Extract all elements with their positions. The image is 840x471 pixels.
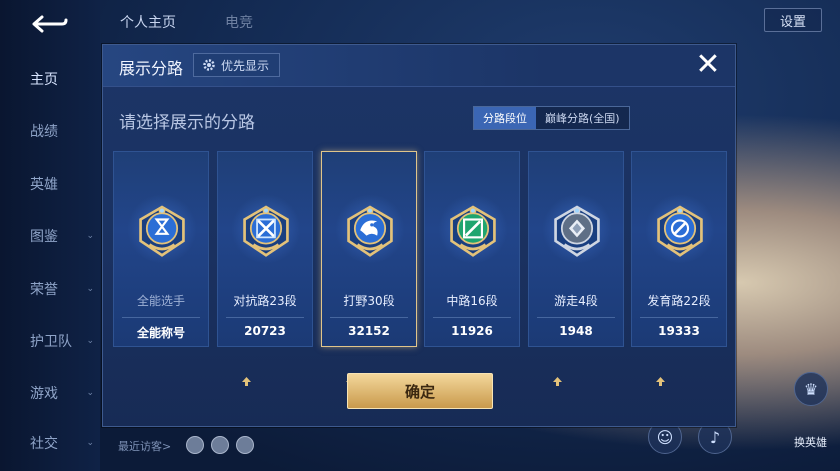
chevron-down-icon: ⌄ [86,438,94,448]
card-divider [330,317,408,318]
sidebar: 主页战绩英雄图鉴 ⌄ 荣誉 ⌄ 护卫队 ⌄ 游戏 ⌄ 社交 ⌄ [0,0,100,471]
priority-label: 优先显示 [221,58,270,73]
chevron-down-icon: ⌄ [86,231,94,241]
dialog-header: 展示分路 优先显示 ✕ [103,45,735,87]
rank-arrow-icon [553,377,562,386]
lane-card-name: 发育路22段 [647,294,711,308]
farm-lane-emblem-icon [657,205,703,257]
sidebar-item[interactable]: 游戏 ⌄ [0,378,100,408]
sidebar-item-label: 图鉴 [30,229,58,245]
lane-card-value: 19333 [658,324,700,338]
lane-card-score: 11926 [425,324,519,386]
lane-card-name: 游走4段 [554,294,598,308]
sidebar-item-label: 荣誉 [30,282,58,298]
lane-card[interactable]: 对抗路23段 20723 [217,151,313,386]
sidebar-item[interactable]: 护卫队 ⌄ [0,326,100,356]
sidebar-item-label: 游戏 [30,386,58,402]
selection-prompt: 请选择展示的分路 [119,113,255,133]
mid-lane-emblem-icon [450,205,496,257]
top-bar: 个人主页 电竞 设置 [100,0,840,40]
lane-card-name: 打野30段 [343,294,395,308]
lane-card-name: 对抗路23段 [233,294,297,308]
tab-lane-rank[interactable]: 分路段位 [474,107,536,129]
recent-visitors-link[interactable]: 最近访客> [118,438,171,454]
sidebar-item-label: 战绩 [30,124,58,140]
sidebar-item-label: 英雄 [30,177,58,193]
sidebar-item[interactable]: 图鉴 ⌄ [0,221,100,251]
lane-card-value: 32152 [348,324,390,338]
visitor-avatar[interactable] [211,436,229,454]
lane-card-value: 1948 [559,324,593,338]
lane-card-name: 全能选手 [136,294,185,308]
chevron-down-icon: ⌄ [86,388,94,398]
sidebar-item[interactable]: 英雄 [0,169,100,199]
sidebar-item-label: 社交 [30,436,58,452]
lane-card[interactable]: 打野30段 32152 [321,151,417,386]
tab-peak-lane[interactable]: 巅峰分路(全国) [536,107,629,129]
trophy-icon[interactable]: ♛ [794,372,828,406]
roam-emblem-icon [554,205,600,257]
lane-card-score: 全能称号 [114,324,208,341]
clash-lane-emblem-icon [243,205,289,257]
all-round-emblem-icon [139,205,185,257]
sidebar-item[interactable]: 战绩 [0,116,100,146]
card-divider [433,317,511,318]
card-divider [226,317,304,318]
tab-profile[interactable]: 个人主页 [120,12,176,32]
rank-arrow-icon [656,377,665,386]
card-divider [122,317,200,318]
rank-arrow-icon [242,377,251,386]
lane-card[interactable]: 全能选手 全能称号 [113,151,209,347]
lane-card-score: 32152 [322,324,416,386]
tab-esports[interactable]: 电竞 [225,12,253,32]
chevron-down-icon: ⌄ [86,336,94,346]
lane-card-value: 全能称号 [136,326,185,340]
settings-button[interactable]: 设置 [764,8,822,32]
sidebar-item[interactable]: 荣誉 ⌄ [0,274,100,304]
rank-type-toggle: 分路段位 巅峰分路(全国) [473,106,630,130]
lane-card-score: 1948 [529,324,623,386]
lane-display-dialog: 展示分路 优先显示 ✕ 请选择展示的分路 分路段位 巅峰分路(全国) 全能选手全… [102,44,736,427]
lane-card[interactable]: 游走4段 1948 [528,151,624,386]
lane-card-name: 中路16段 [446,294,498,308]
back-arrow-icon[interactable] [28,14,68,34]
change-hero-label[interactable]: 换英雄 [794,434,827,450]
card-divider [537,317,615,318]
sidebar-item[interactable]: 主页 [0,64,100,94]
lane-card-value: 20723 [244,324,286,338]
lane-card-score: 19333 [632,324,726,386]
lane-card[interactable]: 中路16段 11926 [424,151,520,386]
lane-card-value: 11926 [451,324,493,338]
visitor-avatar[interactable] [236,436,254,454]
lane-card-score: 20723 [218,324,312,386]
sidebar-item[interactable]: 社交 ⌄ [0,428,100,458]
priority-display-button[interactable]: 优先显示 [193,53,281,77]
card-divider [640,317,718,318]
dialog-title: 展示分路 [119,59,184,78]
sidebar-item-label: 护卫队 [30,334,72,350]
close-icon[interactable]: ✕ [693,50,723,81]
sidebar-item-label: 主页 [30,72,58,88]
jungle-emblem-icon [347,205,393,257]
chevron-down-icon: ⌄ [86,284,94,294]
visitor-avatar[interactable] [186,436,204,454]
confirm-button[interactable]: 确定 [347,373,493,409]
lane-card[interactable]: 发育路22段 19333 [631,151,727,386]
gear-icon [203,59,215,71]
